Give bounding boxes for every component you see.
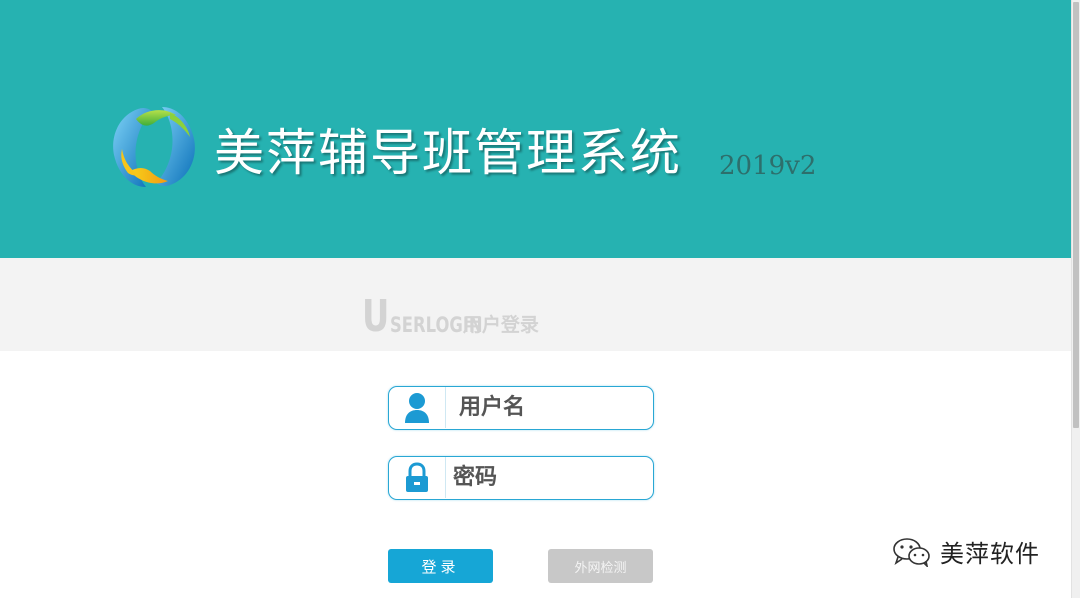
userlogin-heading-rest: SERLOGIN — [390, 313, 483, 337]
wechat-icon — [893, 537, 930, 567]
user-icon — [405, 392, 429, 423]
userlogin-heading-initial: U — [362, 291, 390, 342]
netcheck-button[interactable]: 外网检测 — [548, 549, 653, 583]
password-icon-cell — [389, 457, 446, 498]
header-banner: 美萍辅导班管理系统 2019v2 — [0, 0, 1071, 258]
username-icon-cell — [389, 387, 446, 428]
app-version: 2019v2 — [719, 151, 817, 181]
userlogin-heading: U SERLOGIN 用户登录 — [362, 291, 539, 342]
password-field[interactable]: 密码 — [388, 456, 654, 500]
app-logo-icon — [113, 107, 195, 187]
lock-icon — [406, 461, 428, 492]
app-title: 美萍辅导班管理系统 — [214, 124, 682, 182]
scrollbar-thumb[interactable] — [1073, 2, 1079, 428]
password-input[interactable]: 密码 — [453, 457, 497, 498]
username-input[interactable]: 用户名 — [459, 387, 525, 428]
login-button[interactable]: 登录 — [388, 549, 493, 583]
watermark: 美萍软件 — [892, 534, 1040, 569]
watermark-text: 美萍软件 — [940, 540, 1040, 568]
login-page: 美萍辅导班管理系统 2019v2 U SERLOGIN 用户登录 用户名 密码 … — [0, 0, 1080, 598]
vertical-scrollbar[interactable] — [1071, 0, 1080, 598]
username-field[interactable]: 用户名 — [388, 386, 654, 430]
